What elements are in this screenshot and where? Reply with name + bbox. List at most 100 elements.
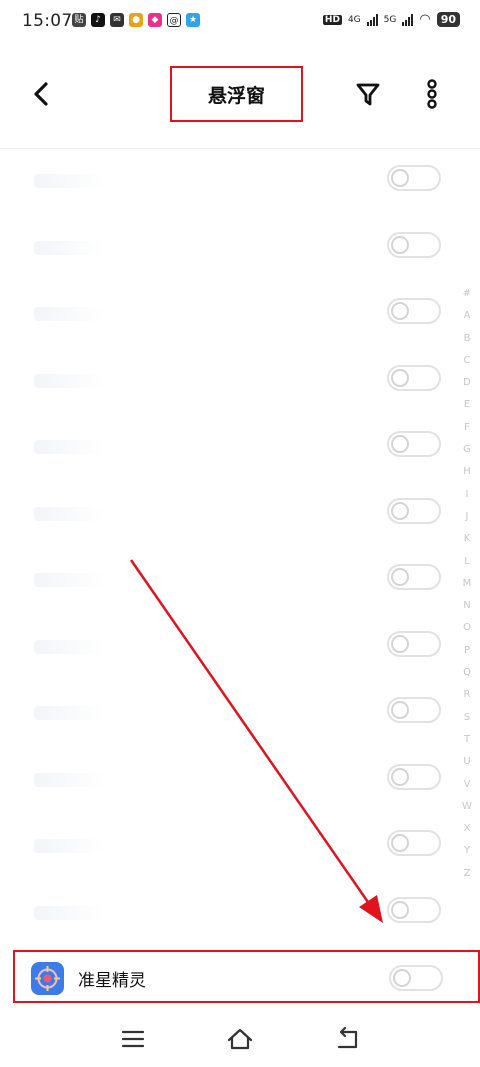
alphabet-index-letter[interactable]: Q <box>458 662 476 684</box>
toggle-knob <box>391 368 409 387</box>
status-time: 15:07 <box>22 11 73 31</box>
system-nav-bar <box>0 1010 480 1067</box>
system-icons: HD 4G 5G ◠ 90 <box>322 12 460 27</box>
faded-app-entry <box>34 706 104 720</box>
alphabet-index-letter[interactable]: G <box>458 439 476 461</box>
faded-app-entry <box>34 639 104 654</box>
alphabet-index-letter[interactable]: H <box>458 461 476 483</box>
alphabet-index-letter[interactable]: L <box>458 551 476 573</box>
back-nav-button[interactable] <box>332 1024 362 1054</box>
alphabet-index-letter[interactable]: D <box>458 372 476 394</box>
faded-app-entry <box>34 307 104 321</box>
alphabet-index-letter[interactable]: P <box>458 640 476 662</box>
network-5g-label: 5G <box>383 14 397 25</box>
floating-window-toggle[interactable] <box>387 896 441 923</box>
alphabet-index-letter[interactable]: K <box>458 528 476 550</box>
toggle-knob <box>391 634 409 653</box>
app-list <box>0 148 480 946</box>
home-icon <box>227 1028 253 1050</box>
list-item <box>0 614 480 681</box>
floating-window-toggle[interactable] <box>387 564 441 590</box>
alphabet-index-letter[interactable]: N <box>458 595 476 617</box>
alphabet-index-letter[interactable]: Z <box>458 863 476 885</box>
notification-icons: 贴 ♪ ✉ ● ◆ @ ★ <box>72 13 200 27</box>
list-item <box>0 215 480 282</box>
alphabet-index-letter[interactable]: C <box>458 350 476 372</box>
faded-app-entry <box>34 440 104 454</box>
toggle-knob <box>391 169 409 187</box>
network-4g-label: 4G <box>347 14 361 25</box>
app-header: 悬浮窗 <box>0 44 480 149</box>
floating-window-toggle[interactable] <box>387 630 441 657</box>
alphabet-index-letter[interactable]: B <box>458 328 476 350</box>
floating-window-toggle[interactable] <box>387 497 441 524</box>
alphabet-index-letter[interactable]: M <box>458 573 476 595</box>
faded-app-entry <box>34 373 104 388</box>
list-item <box>0 414 480 481</box>
filter-button[interactable] <box>352 78 384 110</box>
hd-icon: HD <box>322 14 342 25</box>
alphabet-index-letter[interactable]: X <box>458 818 476 840</box>
floating-window-toggle[interactable] <box>387 165 441 191</box>
toggle-knob <box>391 767 409 786</box>
floating-window-toggle[interactable] <box>387 364 441 391</box>
more-options-button[interactable] <box>420 78 444 110</box>
recent-apps-button[interactable] <box>118 1024 148 1054</box>
faded-app-entry <box>34 174 104 188</box>
faded-app-entry <box>34 772 104 787</box>
alphabet-index-letter[interactable]: J <box>458 506 476 528</box>
page-title: 悬浮窗 <box>207 84 265 107</box>
highlighted-app-row[interactable]: 准星精灵 <box>13 950 480 1003</box>
screen: 15:07 贴 ♪ ✉ ● ◆ @ ★ HD 4G 5G ◠ 90 悬浮窗 # … <box>0 0 480 1067</box>
list-item <box>0 813 480 880</box>
faded-app-entry <box>34 240 104 255</box>
mail-icon: ✉ <box>110 13 124 27</box>
alphabet-index-letter[interactable]: V <box>458 774 476 796</box>
app-notify-icon: ● <box>129 13 143 27</box>
alphabet-index-letter[interactable]: Y <box>458 840 476 862</box>
list-item <box>0 880 480 947</box>
title-highlight: 悬浮窗 <box>170 66 303 122</box>
toggle-knob <box>391 900 409 919</box>
floating-window-toggle[interactable] <box>387 231 441 258</box>
return-icon <box>337 1026 358 1049</box>
toggle-knob <box>391 235 409 254</box>
home-button[interactable] <box>225 1024 255 1054</box>
alphabet-index-letter[interactable]: S <box>458 707 476 729</box>
crosshair-app-icon <box>31 962 64 995</box>
floating-window-toggle[interactable] <box>387 763 441 790</box>
faded-app-entry <box>34 573 104 587</box>
tiktok-icon: ♪ <box>91 13 105 27</box>
alphabet-index-letter[interactable]: A <box>458 305 476 327</box>
list-item <box>0 747 480 814</box>
list-item <box>0 680 480 747</box>
back-button[interactable] <box>26 78 58 110</box>
alphabet-index-letter[interactable]: O <box>458 617 476 639</box>
alphabet-index-letter[interactable]: W <box>458 796 476 818</box>
floating-window-toggle[interactable] <box>387 298 441 324</box>
filter-icon <box>356 83 380 106</box>
floating-window-toggle[interactable] <box>387 697 441 723</box>
list-item <box>0 481 480 548</box>
list-item <box>0 547 480 614</box>
alphabet-index-letter[interactable]: # <box>458 283 476 305</box>
wifi-icon: ◠ <box>419 12 431 27</box>
floating-window-toggle[interactable] <box>389 965 443 991</box>
alphabet-index-letter[interactable]: U <box>458 751 476 773</box>
alphabet-index-letter[interactable]: T <box>458 729 476 751</box>
alphabet-index[interactable]: # A B C D E F G H I J K L M N O P Q R S T U V W X Y Z <box>458 283 476 885</box>
toggle-knob <box>391 302 409 320</box>
toggle-knob <box>391 435 409 453</box>
alphabet-index-letter[interactable]: R <box>458 684 476 706</box>
alphabet-index-letter[interactable]: F <box>458 417 476 439</box>
back-arrow-icon <box>34 82 48 106</box>
game-icon: ★ <box>186 13 200 27</box>
alphabet-index-letter[interactable]: E <box>458 394 476 416</box>
floating-window-toggle[interactable] <box>387 830 441 856</box>
netease-music-icon: @ <box>167 13 181 27</box>
faded-app-entry <box>34 905 104 920</box>
app-notify-icon: ◆ <box>148 13 162 27</box>
alphabet-index-letter[interactable]: I <box>458 484 476 506</box>
status-bar: 15:07 贴 ♪ ✉ ● ◆ @ ★ HD 4G 5G ◠ 90 <box>0 0 480 44</box>
floating-window-toggle[interactable] <box>387 431 441 457</box>
